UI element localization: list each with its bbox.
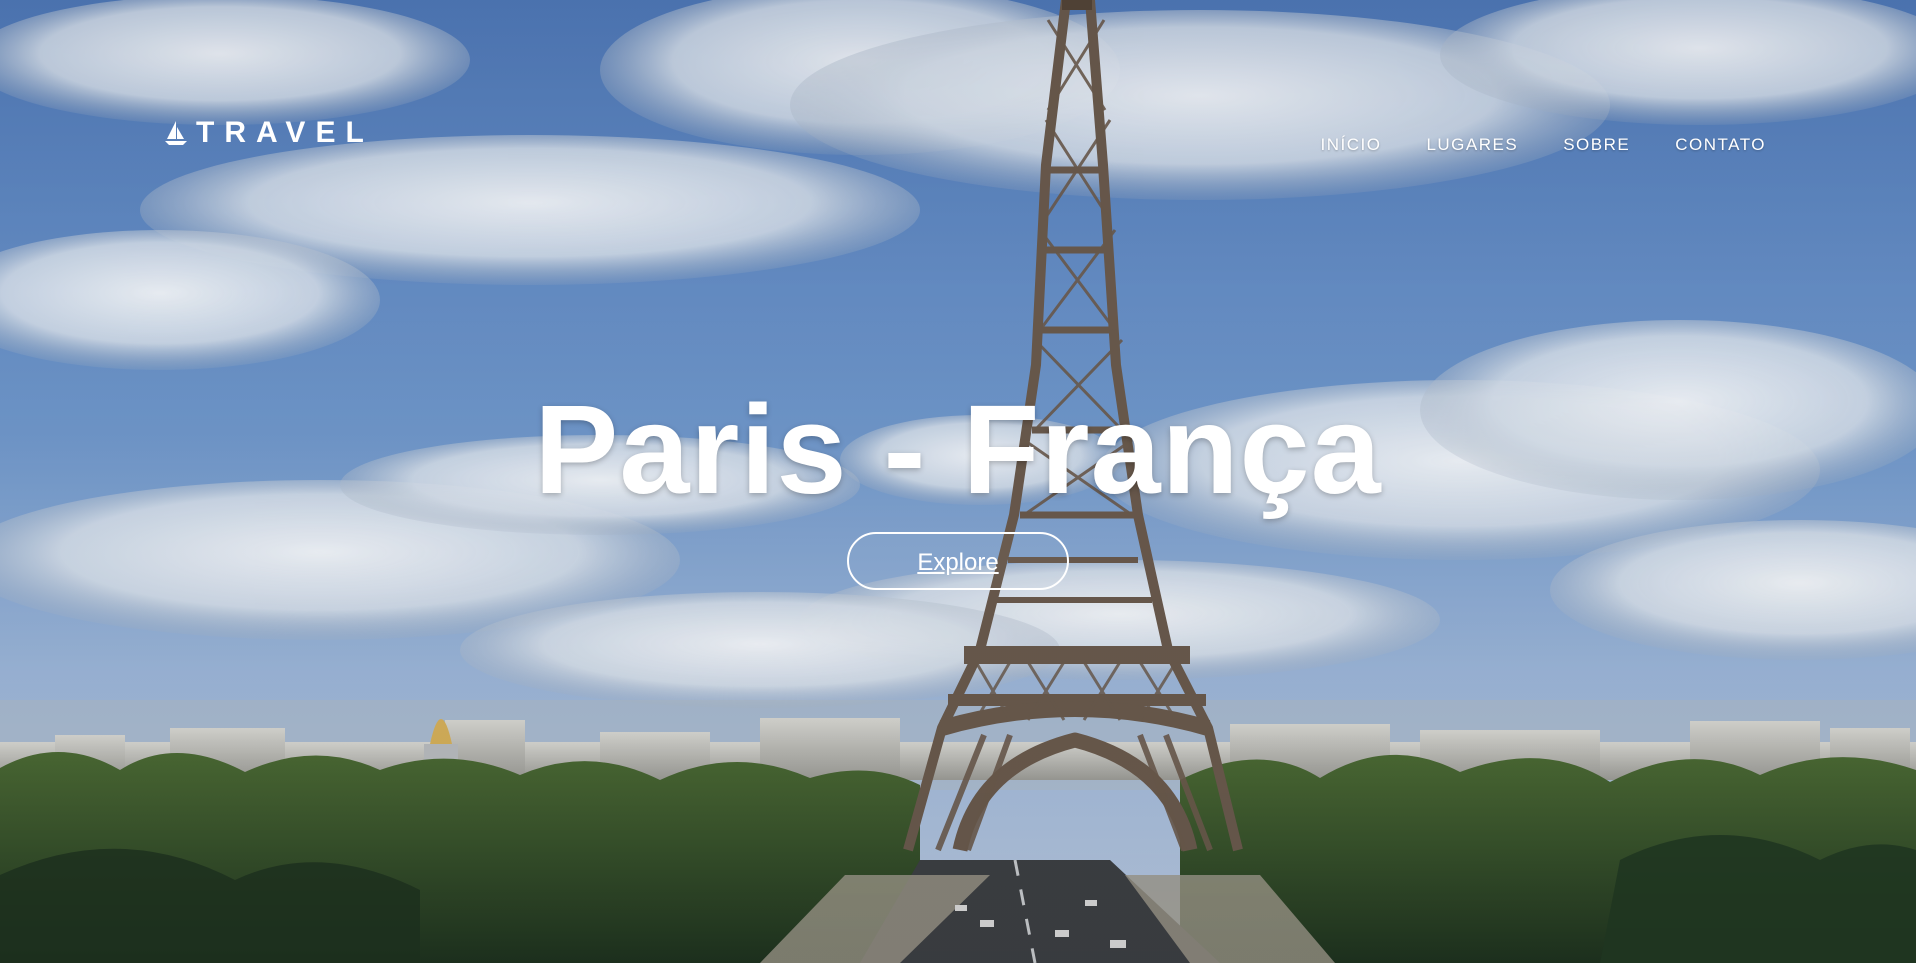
nav-link-lugares[interactable]: LUGARES: [1426, 135, 1518, 155]
nav-link-sobre[interactable]: SOBRE: [1563, 135, 1630, 155]
nav-link-inicio[interactable]: INÍCIO: [1320, 135, 1381, 155]
explore-button[interactable]: Explore: [847, 532, 1069, 590]
logo[interactable]: TRAVEL: [164, 118, 374, 148]
hero-content: Paris - França Explore: [0, 380, 1916, 590]
sailboat-icon: [165, 121, 187, 145]
main-navigation: INÍCIO LUGARES SOBRE CONTATO: [1320, 135, 1766, 155]
hero-section: TRAVEL INÍCIO LUGARES SOBRE CONTATO Pari…: [0, 0, 1916, 963]
hero-title: Paris - França: [534, 379, 1382, 520]
logo-text: TRAVEL: [196, 116, 374, 149]
nav-link-contato[interactable]: CONTATO: [1675, 135, 1766, 155]
site-header: TRAVEL INÍCIO LUGARES SOBRE CONTATO: [0, 0, 1916, 180]
